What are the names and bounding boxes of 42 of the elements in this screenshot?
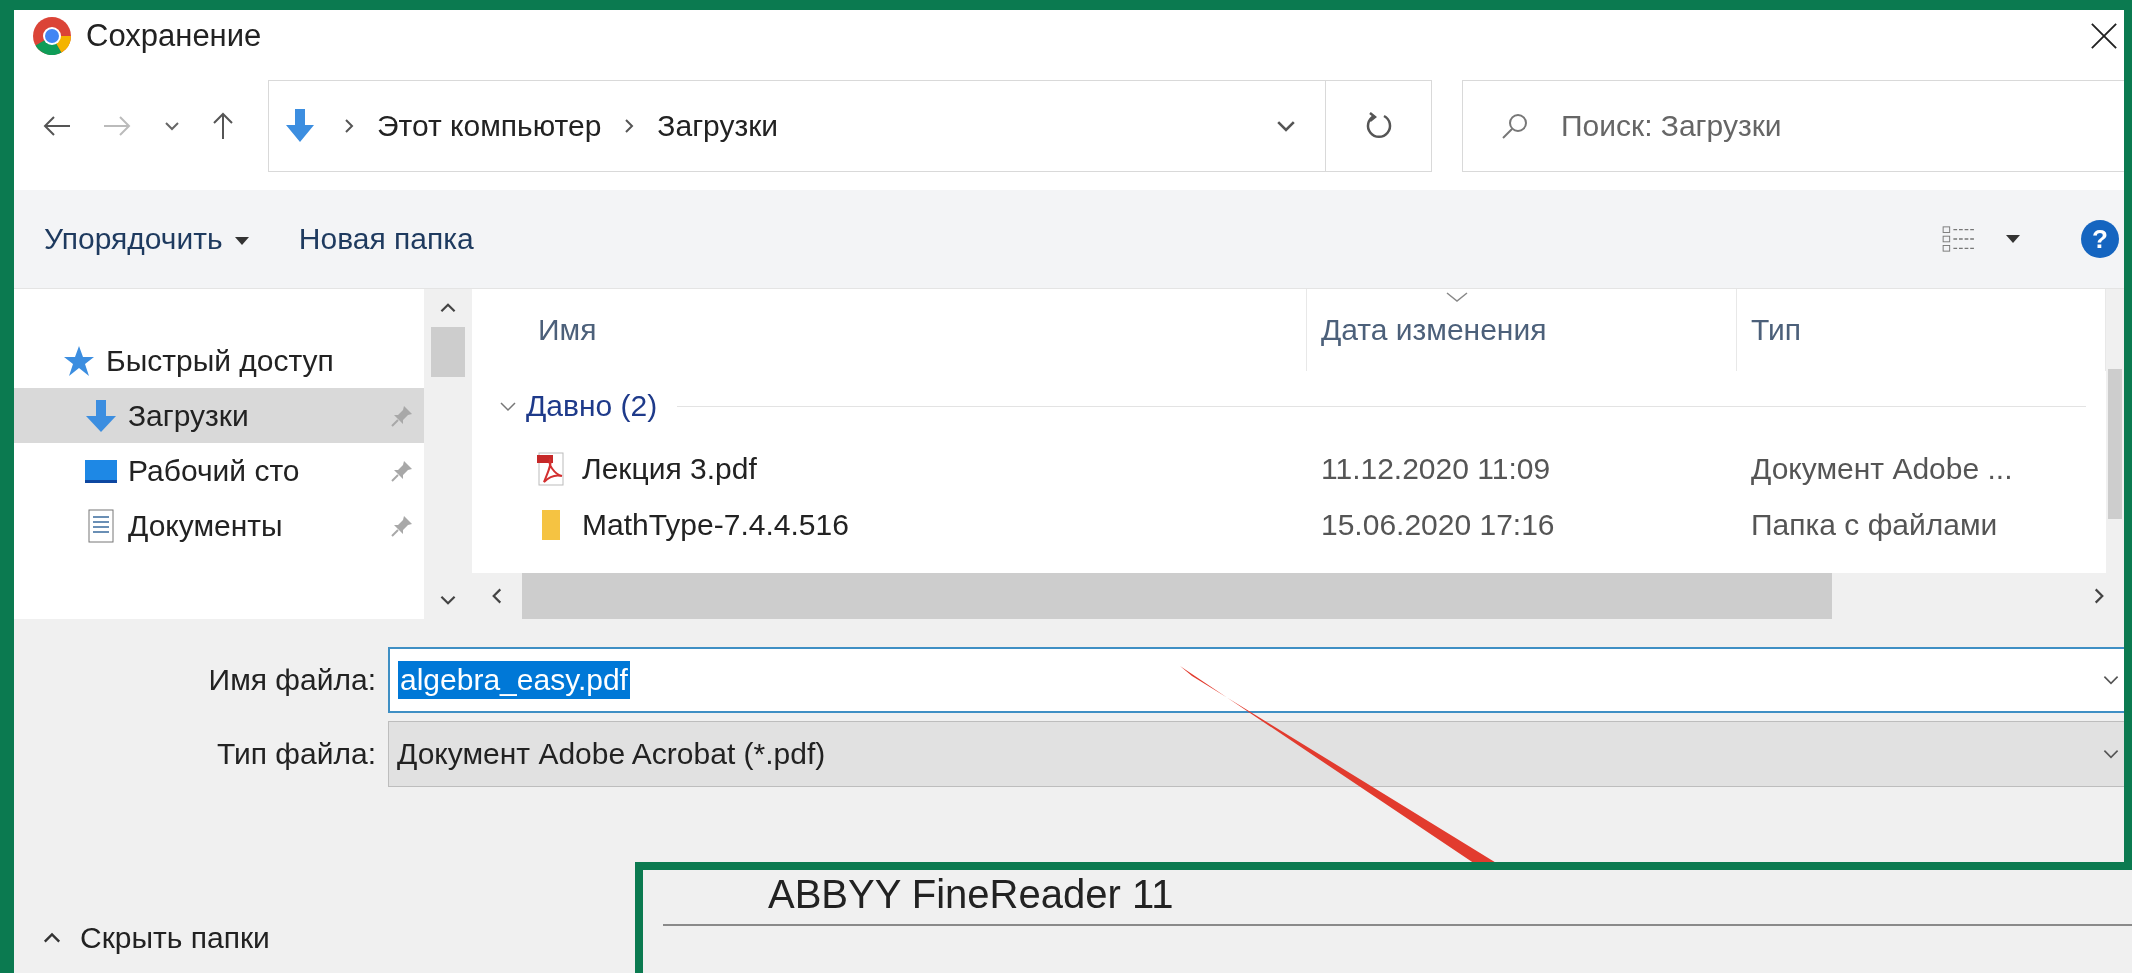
close-icon[interactable] [2090,22,2118,50]
horizontal-scrollbar[interactable] [472,573,2124,619]
view-details-icon[interactable] [1942,225,1976,253]
hide-folders-button[interactable]: Скрыть папки [36,917,274,959]
file-name[interactable]: MathType-7.4.4.516 [582,508,849,542]
browser-logo-icon [32,16,72,56]
column-header[interactable]: Дата изменения [1307,289,1737,371]
filename-label: Имя файла: [207,663,377,697]
filename-field[interactable]: algebra_easy.pdf [388,647,2124,713]
search-field[interactable]: Поиск: Загрузки [1462,80,2124,172]
breadcrumb[interactable]: Загрузки [657,109,779,143]
scrollbar-thumb[interactable] [2108,369,2122,519]
pdf-file-icon [536,452,566,486]
sidebar-item[interactable]: Рабочий сто [14,443,424,498]
file-date: 11.12.2020 11:09 [1320,452,1552,486]
sidebar-item[interactable]: Документы [14,498,424,553]
filetype-label: Тип файла: [216,737,377,771]
sidebar-item[interactable]: Быстрый доступ [14,333,424,388]
panel-title: ABBYY FineReader 11 [768,871,1175,918]
file-type: Документ Adobe ... [1750,452,2014,486]
download-icon [285,109,315,143]
window-title: Сохранение [86,18,262,54]
new-folder-button[interactable]: Новая папка [298,222,474,256]
file-name[interactable]: Лекция 3.pdf [582,452,757,486]
column-header[interactable]: Имя [472,289,1307,371]
file-type: Папка с файлами [1750,508,1999,542]
scrollbar-thumb[interactable] [522,573,1832,619]
organize-menu-button[interactable]: Упорядочить [44,222,249,256]
dropdown-triangle-icon [234,237,249,246]
breadcrumb[interactable]: Этот компьютер [377,109,602,143]
filetype-dropdown[interactable]: Документ Adobe Acrobat (*.pdf) [388,721,2124,787]
dropdown-triangle-icon[interactable] [2006,235,2020,243]
search-icon [1500,111,1530,141]
group-label[interactable]: Давно (2) [526,389,658,423]
address-bar[interactable]: Этот компьютер Загрузки [268,80,1326,172]
scrollbar-thumb[interactable] [431,327,465,377]
list-scrollbar[interactable] [2106,289,2124,573]
sidebar-scrollbar[interactable] [424,289,472,619]
help-icon[interactable]: ? [2080,219,2120,259]
download-icon [84,398,118,433]
sidebar-item[interactable]: Загрузки [14,388,424,443]
file-date: 15.06.2020 17:16 [1320,508,1556,542]
